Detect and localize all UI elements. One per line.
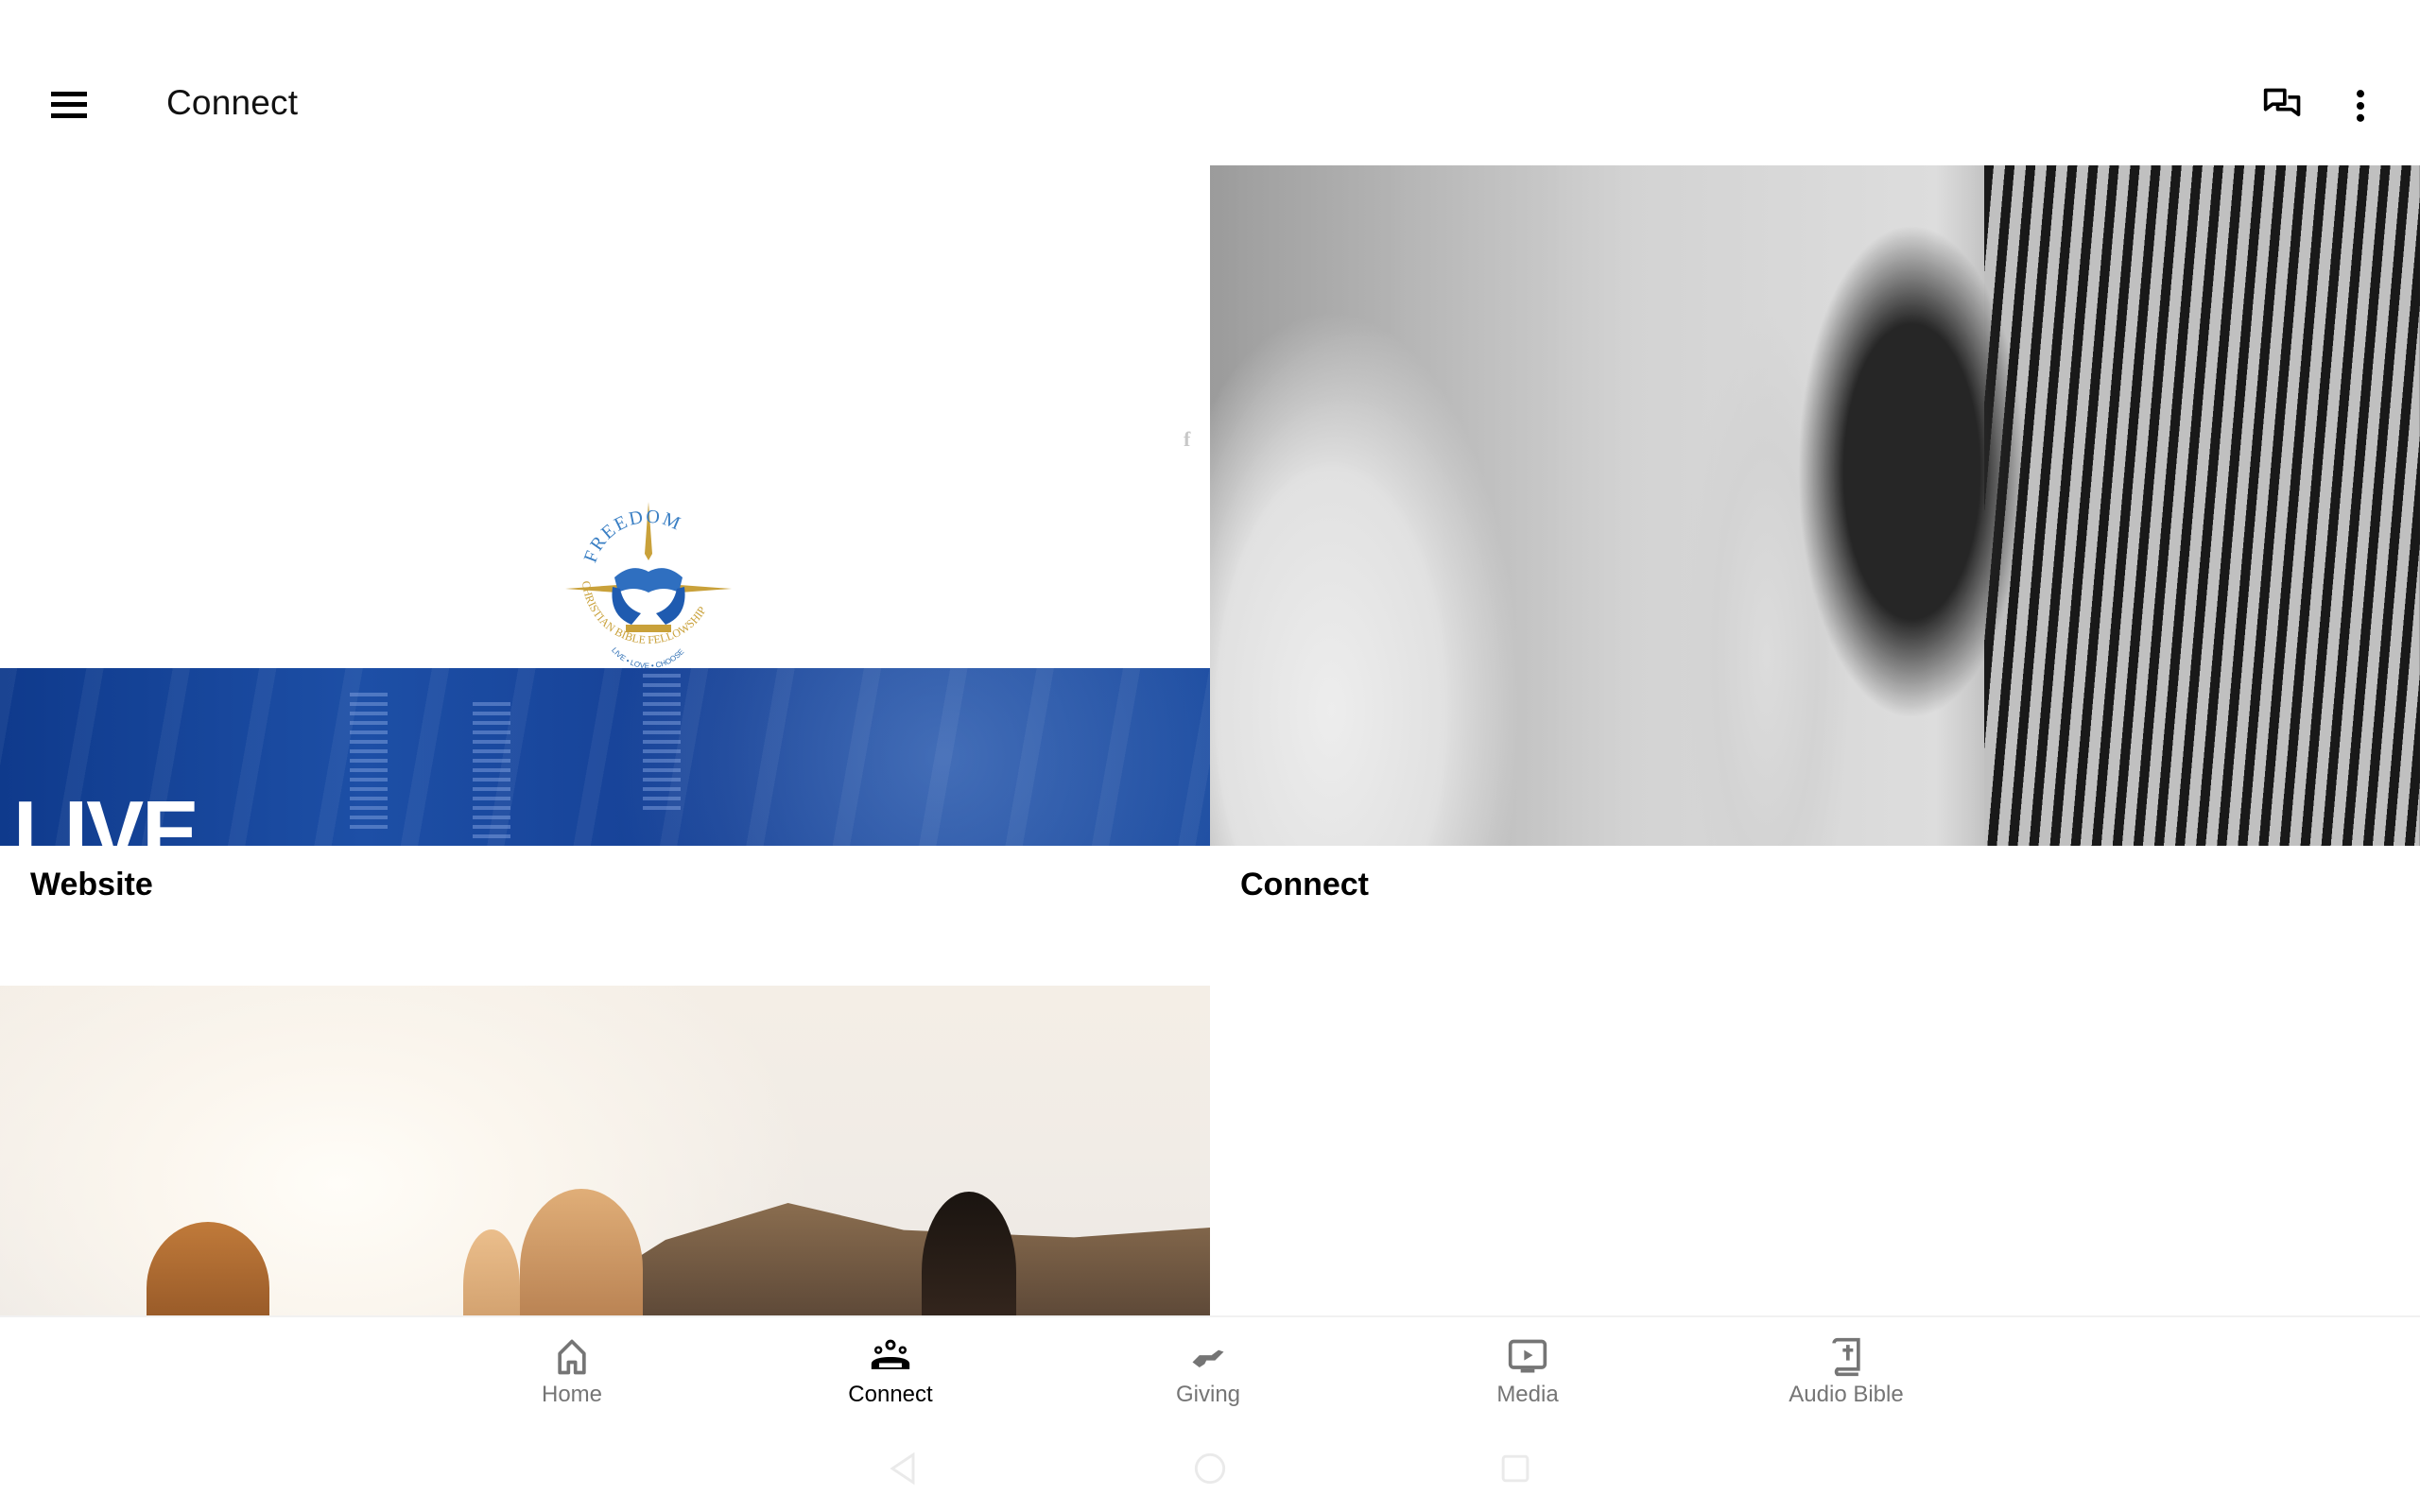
nav-label: Giving [1175,1382,1241,1407]
facebook-icon: f [1184,427,1191,451]
connect-preview-image [1210,165,2420,846]
tv-play-icon [1508,1339,1547,1373]
nav-label: Home [541,1382,603,1407]
svg-text:FREEDOM: FREEDOM [580,507,685,566]
system-recents-icon[interactable] [1495,1448,1536,1489]
website-banner: LIVE [0,668,1210,846]
messages-button[interactable] [2256,79,2309,132]
banner-text: LIVE [13,782,199,846]
system-home-icon[interactable] [1189,1448,1231,1489]
tile-community[interactable] [0,986,1210,1315]
website-preview-image: f FREEDOM CHRISTIAN BIBLE FELLOWSHIP LIV… [0,165,1210,846]
nav-item-home[interactable]: Home [430,1317,714,1423]
system-navigation [0,1421,2420,1512]
chat-bubbles-icon [2263,88,2301,116]
bottom-navigation: Home Connect Giving Media Audio Bible [0,1315,2420,1423]
nav-item-media[interactable]: Media [1386,1317,1669,1423]
more-vertical-icon [2356,90,2365,122]
tile-label: Connect [1240,867,1369,902]
bible-icon [1832,1337,1860,1377]
nav-item-connect[interactable]: Connect [749,1317,1032,1423]
nav-item-giving[interactable]: Giving [1066,1317,1350,1423]
community-preview-image [0,986,1210,1315]
nav-label: Connect [848,1382,933,1407]
app-bar: Connect [0,0,2420,165]
nav-label: Media [1496,1382,1559,1407]
system-back-icon[interactable] [882,1448,924,1489]
tile-website[interactable]: f FREEDOM CHRISTIAN BIBLE FELLOWSHIP LIV… [0,165,1210,986]
giving-hand-icon [1192,1349,1224,1367]
tile-connect[interactable]: Connect [1210,165,2420,986]
nav-label: Audio Bible [1789,1382,1904,1407]
church-logo: FREEDOM CHRISTIAN BIBLE FELLOWSHIP LIVE … [565,502,732,671]
svg-text:LIVE • LOVE • CHOOSE: LIVE • LOVE • CHOOSE [610,646,685,671]
groups-icon [871,1339,910,1369]
home-icon [558,1339,586,1375]
menu-button[interactable] [42,78,95,131]
nav-item-audio-bible[interactable]: Audio Bible [1704,1317,1988,1423]
more-options-button[interactable] [2334,79,2387,132]
tile-label: Website [30,867,153,902]
page-title: Connect [166,83,299,122]
